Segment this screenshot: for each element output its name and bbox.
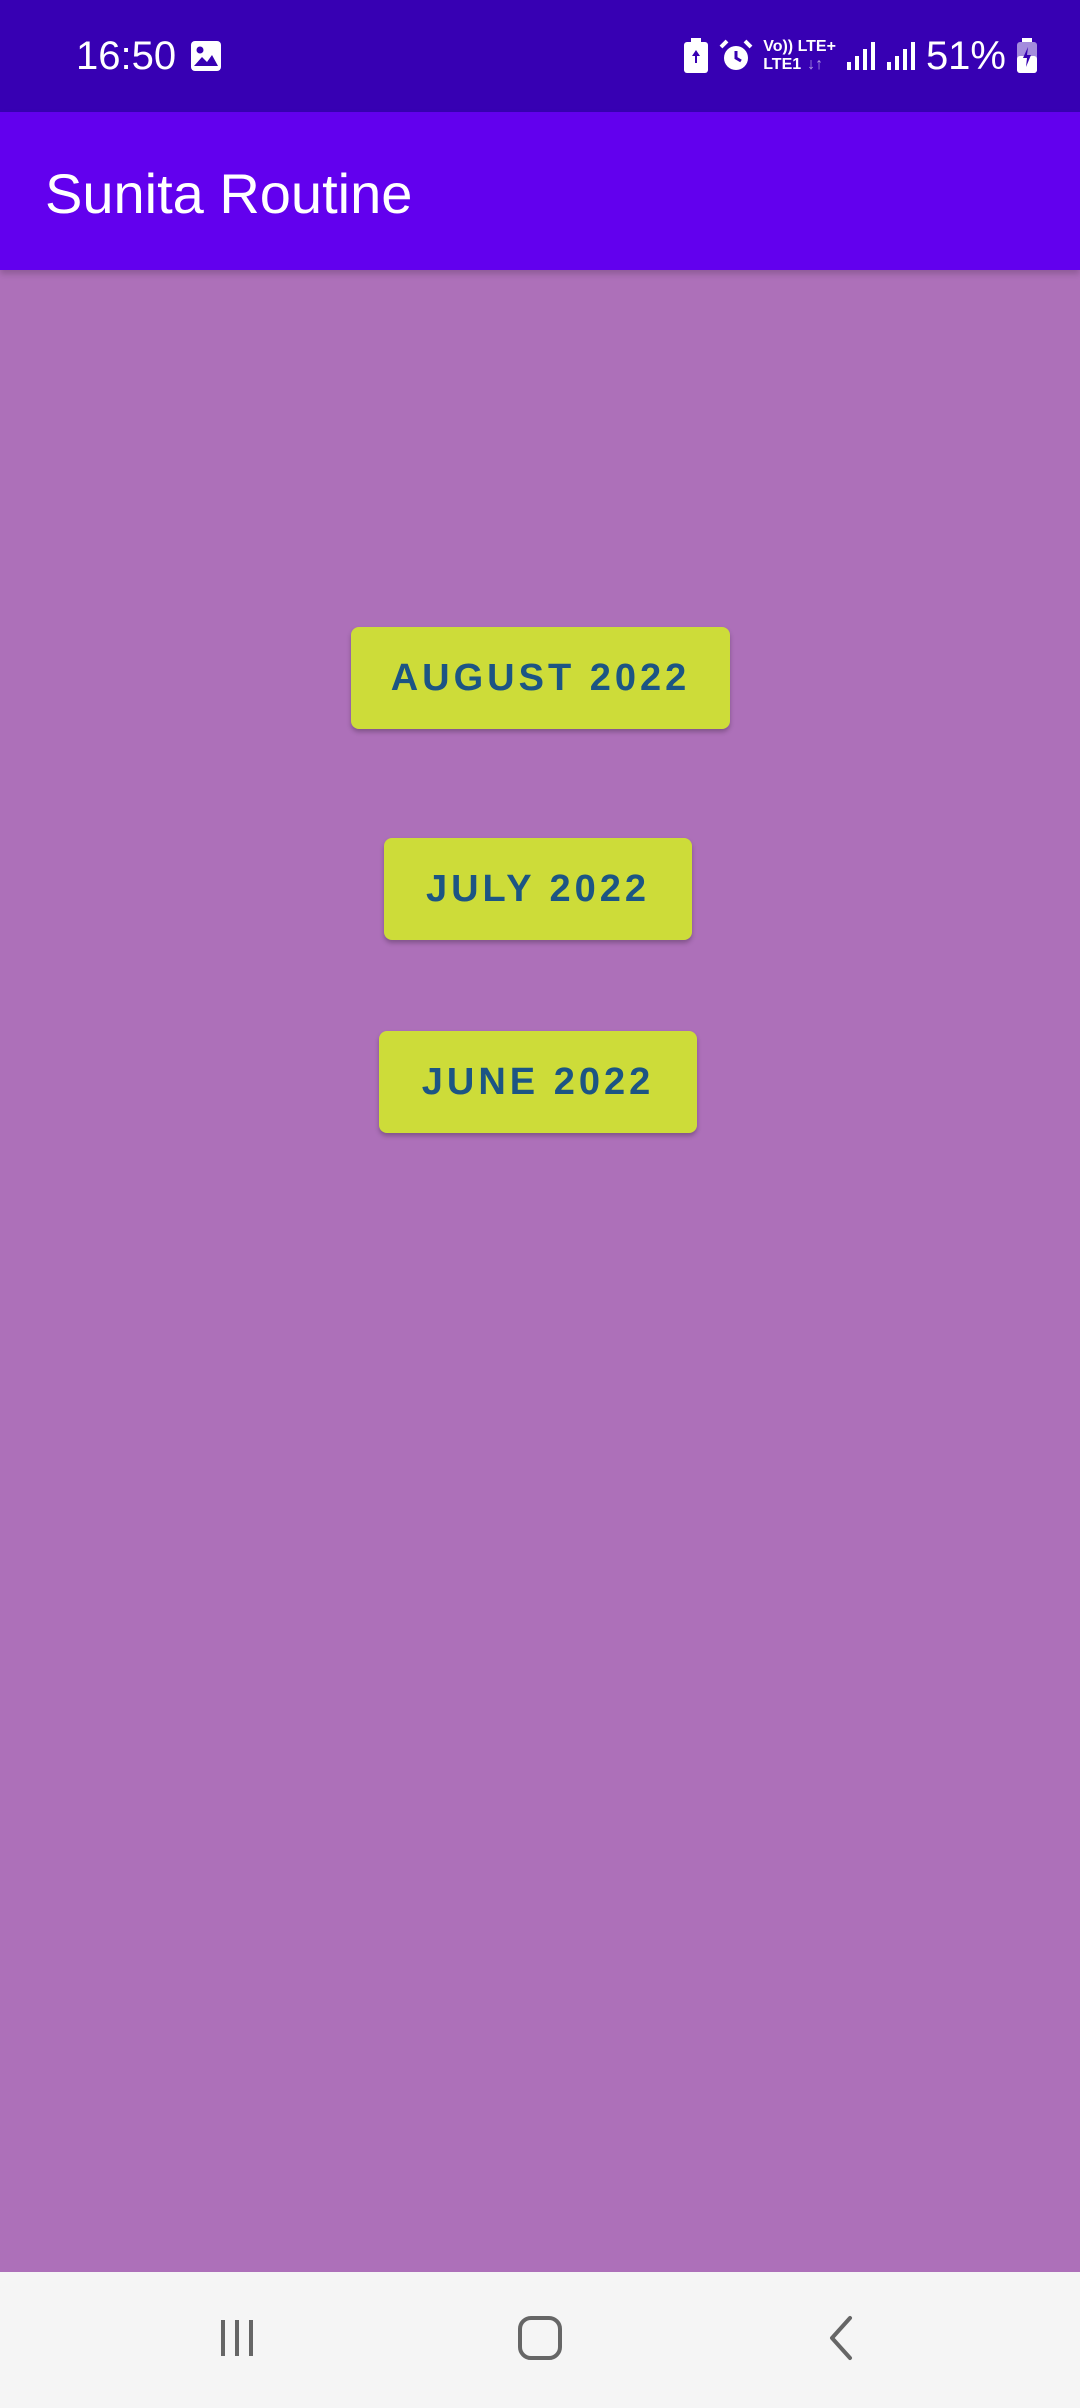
gallery-icon — [190, 40, 222, 72]
network-bottom-label: LTE1 — [763, 56, 802, 73]
home-icon — [516, 2314, 564, 2367]
july-2022-button[interactable]: JULY 2022 — [384, 838, 692, 940]
status-icons: Vo)) LTE+ LTE1 ↓↑ 51% — [683, 28, 1038, 84]
signal-icon — [886, 40, 916, 72]
status-bar: 16:50 Vo)) LTE+ LTE1 ↓↑ 51% — [0, 0, 1080, 112]
battery-icon — [1016, 38, 1038, 74]
battery-percent: 51% — [925, 34, 1006, 78]
alarm-icon — [719, 39, 753, 73]
recents-button[interactable] — [197, 2300, 277, 2380]
network-type-indicator: Vo)) LTE+ LTE1 ↓↑ — [763, 38, 836, 74]
recents-icon — [215, 2316, 259, 2365]
status-time: 16:50 — [76, 34, 177, 78]
home-button[interactable] — [500, 2300, 580, 2380]
data-arrows-icon: ↓↑ — [807, 56, 824, 73]
august-2022-button[interactable]: AUGUST 2022 — [351, 627, 730, 729]
june-2022-button[interactable]: JUNE 2022 — [379, 1031, 697, 1133]
app-title: Sunita Routine — [45, 162, 413, 225]
app-bar: Sunita Routine — [0, 112, 1080, 270]
navigation-bar — [0, 2272, 1080, 2408]
back-icon — [820, 2314, 864, 2367]
battery-saver-icon — [683, 38, 709, 74]
signal-icon — [846, 40, 876, 72]
network-top-label: Vo)) LTE+ — [763, 38, 836, 55]
back-button[interactable] — [802, 2300, 882, 2380]
